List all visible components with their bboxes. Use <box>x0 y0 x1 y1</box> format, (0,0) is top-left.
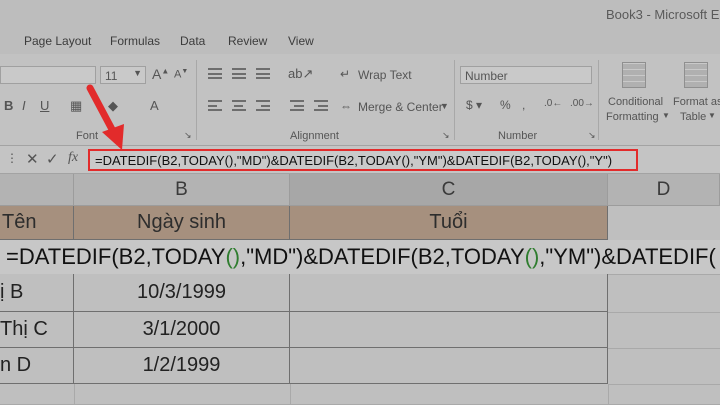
dialog-launcher-icon[interactable]: ↘ <box>442 130 450 141</box>
increase-font-icon[interactable]: A▲ <box>152 66 169 82</box>
cell-edit-row[interactable]: =DATEDIF(B2,TODAY(),"MD")&DATEDIF(B2,TOD… <box>0 240 720 274</box>
alignment-group-label: Alignment <box>290 130 339 142</box>
currency-icon[interactable]: $ ▾ <box>466 98 482 112</box>
font-group-label: Font <box>76 130 99 142</box>
header-cell-dob[interactable]: Ngày sinh <box>74 206 290 240</box>
cancel-icon[interactable]: ✕ <box>26 150 39 168</box>
number-group-label: Number <box>498 130 538 142</box>
header-cell-name[interactable]: Tên <box>0 206 74 240</box>
merge-center-button[interactable]: Merge & Center <box>358 100 443 114</box>
enter-icon[interactable]: ✓ <box>46 150 59 168</box>
column-header-b[interactable]: B <box>74 174 290 206</box>
gridline <box>290 384 291 405</box>
age-cell[interactable] <box>290 312 608 348</box>
wrap-text-icon: ↵ <box>340 67 351 81</box>
cell-edit-text: =DATEDIF(B2,TODAY(),"MD")&DATEDIF(B2,TOD… <box>6 244 716 269</box>
tab-data[interactable]: Data <box>180 34 205 48</box>
decrease-decimal-icon[interactable]: .00→ <box>570 98 594 109</box>
chevron-down-icon[interactable]: ▼ <box>662 111 670 120</box>
merge-center-icon: ⇔ <box>340 99 352 113</box>
group-divider <box>454 60 455 140</box>
align-middle-icon[interactable] <box>232 68 246 80</box>
align-center-icon[interactable] <box>232 100 246 112</box>
gridline <box>608 274 720 275</box>
ribbon: 11 ▼ A▲ A▼ B I U ▦ ◆ A Font ↘ ab↗ ↵ Wrap… <box>0 54 720 146</box>
conditional-formatting-label-1[interactable]: Conditional <box>608 96 663 108</box>
dob-cell[interactable]: 1/2/1999 <box>74 348 290 384</box>
spreadsheet-grid: B C D Tên Ngày sinh Tuổi =DATEDIF(B2,TOD… <box>0 174 720 405</box>
italic-button[interactable]: I <box>22 98 26 113</box>
tab-formulas[interactable]: Formulas <box>110 34 160 48</box>
name-cell[interactable]: n D <box>0 348 74 384</box>
chevron-down-icon[interactable]: ▼ <box>708 111 716 120</box>
gridline <box>74 384 75 405</box>
fill-color-icon[interactable]: ◆ <box>108 98 118 114</box>
formula-input-highlighted[interactable]: =DATEDIF(B2,TODAY(),"MD")&DATEDIF(B2,TOD… <box>88 149 638 171</box>
dialog-launcher-icon[interactable]: ↘ <box>184 130 192 141</box>
gridline <box>608 312 720 313</box>
gridline <box>608 384 720 385</box>
tab-view[interactable]: View <box>288 34 314 48</box>
increase-decimal-icon[interactable]: .0← <box>544 98 562 109</box>
window-title: Book3 - Microsoft E <box>606 7 720 22</box>
align-left-icon[interactable] <box>208 100 222 112</box>
dob-cell[interactable]: 3/1/2000 <box>74 312 290 348</box>
formula-text: =DATEDIF(B2,TODAY(),"MD")&DATEDIF(B2,TOD… <box>95 153 613 168</box>
name-cell[interactable]: ị B <box>0 274 74 312</box>
borders-icon[interactable]: ▦ <box>70 98 82 114</box>
decrease-indent-icon[interactable] <box>290 100 304 112</box>
orientation-icon[interactable]: ab↗ <box>288 66 313 82</box>
bold-button[interactable]: B <box>4 98 13 113</box>
conditional-formatting-icon[interactable] <box>622 62 646 88</box>
format-as-table-label-2[interactable]: Table <box>680 111 706 123</box>
group-divider <box>598 60 599 140</box>
title-bar: Book3 - Microsoft E <box>0 0 720 28</box>
column-header-a[interactable] <box>0 174 74 206</box>
align-top-icon[interactable] <box>208 68 222 80</box>
insert-function-button[interactable]: fx <box>68 150 78 166</box>
chevron-down-icon[interactable]: ▼ <box>440 101 449 111</box>
age-cell[interactable] <box>290 274 608 312</box>
font-size-select[interactable]: 11 ▼ <box>100 66 146 84</box>
dob-cell[interactable]: 10/3/1999 <box>74 274 290 312</box>
column-header-c[interactable]: C <box>290 174 608 206</box>
name-cell[interactable]: Thị C <box>0 312 74 348</box>
decrease-font-icon[interactable]: A▼ <box>174 68 188 81</box>
align-right-icon[interactable] <box>256 100 270 112</box>
tab-review[interactable]: Review <box>228 34 267 48</box>
underline-button[interactable]: U <box>40 98 49 113</box>
group-divider <box>196 60 197 140</box>
percent-icon[interactable]: % <box>500 98 511 112</box>
wrap-text-button[interactable]: Wrap Text <box>358 68 412 82</box>
column-header-d[interactable]: D <box>608 174 720 206</box>
format-as-table-icon[interactable] <box>684 62 708 88</box>
comma-icon[interactable]: , <box>522 98 525 112</box>
gridline <box>608 348 720 349</box>
header-cell-age[interactable]: Tuổi <box>290 206 608 240</box>
number-format-select[interactable]: Number <box>460 66 592 84</box>
align-bottom-icon[interactable] <box>256 68 270 80</box>
name-box-handle-icon[interactable]: ⋮ <box>6 151 18 165</box>
conditional-formatting-label-2[interactable]: Formatting <box>606 111 659 123</box>
age-cell[interactable] <box>290 348 608 384</box>
gridline <box>608 384 609 405</box>
tab-page-layout[interactable]: Page Layout <box>24 34 91 48</box>
format-as-table-label-1[interactable]: Format as <box>673 96 720 108</box>
font-name-select[interactable] <box>0 66 96 84</box>
ribbon-tabs: Page Layout Formulas Data Review View <box>0 28 720 54</box>
increase-indent-icon[interactable] <box>314 100 328 112</box>
dialog-launcher-icon[interactable]: ↘ <box>588 130 596 141</box>
chevron-down-icon: ▼ <box>133 68 142 78</box>
font-color-icon[interactable]: A <box>150 98 159 113</box>
